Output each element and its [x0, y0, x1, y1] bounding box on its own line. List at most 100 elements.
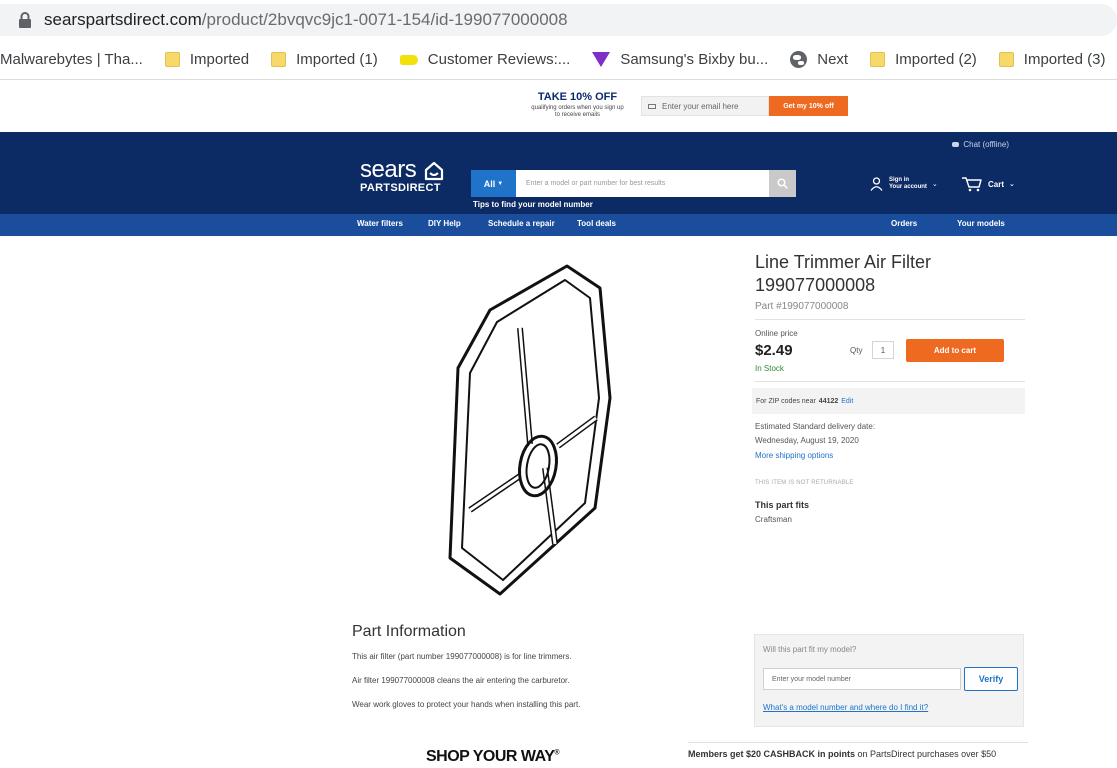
shop-your-way-logo: SHOP YOUR WAY® — [426, 748, 560, 765]
fits-label: This part fits — [755, 500, 810, 510]
site-header: Chat (offline) sears PARTSDIRECT All ▼ E… — [0, 132, 1117, 214]
search-button[interactable] — [769, 170, 796, 197]
model-number-input[interactable]: Enter your model number — [763, 668, 961, 690]
product-title-line1: Line Trimmer Air Filter — [755, 252, 932, 272]
fits-brand: Craftsman — [755, 515, 792, 524]
search-category-label: All — [483, 178, 496, 189]
globe-icon — [790, 51, 808, 68]
folder-icon — [164, 52, 180, 67]
bookmark-malwarebytes[interactable]: Malwarebytes | Tha... — [0, 51, 143, 68]
fit-question: Will this part fit my model? — [763, 645, 857, 654]
bookmark-label: Malwarebytes | Tha... — [0, 51, 143, 68]
tag-icon — [399, 54, 418, 65]
chevron-down-icon: ⌄ — [1009, 181, 1015, 188]
bookmark-label: Next — [817, 51, 849, 68]
zip-edit-link[interactable]: Edit — [841, 398, 853, 405]
bookmark-label: Imported (1) — [296, 51, 378, 68]
zip-prefix: For ZIP codes near — [756, 397, 816, 405]
zip-code: 44122 — [818, 397, 839, 405]
bookmark-imported-2[interactable]: Imported (2) — [870, 51, 977, 68]
promo-banner: TAKE 10% OFF qualifying orders when you … — [0, 80, 1117, 132]
more-shipping-link[interactable]: More shipping options — [755, 451, 833, 460]
nav-tool-deals[interactable]: Tool deals — [577, 219, 616, 228]
url-path: /product/2bvqvc9jc1-0071-154/id-19907700… — [201, 10, 568, 29]
product-title: Line Trimmer Air Filter 199077000008 — [755, 251, 1025, 297]
triangle-icon — [592, 52, 611, 67]
add-to-cart-button[interactable]: Add to cart — [906, 339, 1004, 362]
bookmark-customer-reviews[interactable]: Customer Reviews:... — [399, 51, 570, 68]
bookmarks-bar: Malwarebytes | Tha... Imported Imported … — [0, 40, 1117, 80]
shop-your-way-label: SHOP YOUR WAY — [426, 748, 555, 765]
sign-in-label: Sign in — [889, 177, 909, 183]
folder-icon — [870, 52, 886, 67]
promo-title: TAKE 10% OFF — [537, 91, 618, 103]
logo-wordmark[interactable]: sears — [360, 156, 417, 184]
envelope-icon — [648, 103, 656, 109]
promo-signup-button[interactable]: Get my 10% off — [769, 96, 848, 116]
bookmark-imported-3[interactable]: Imported (3) — [998, 51, 1106, 68]
nav-your-models[interactable]: Your models — [957, 219, 1005, 228]
promo-email-placeholder: Enter your email here — [662, 101, 739, 111]
product-image[interactable] — [430, 248, 630, 608]
chevron-down-icon: ▼ — [497, 180, 504, 187]
nav-water-filters[interactable]: Water filters — [357, 219, 403, 228]
part-info-title: Part Information — [352, 623, 466, 640]
promo-subtitle: qualifying orders when you sign up to re… — [531, 105, 624, 118]
bookmark-samsung-bixby[interactable]: Samsung's Bixby bu... — [592, 51, 768, 68]
quantity-input[interactable]: 1 — [872, 341, 894, 359]
browser-url-bar: searspartsdirect.com/product/2bvqvc9jc1-… — [0, 0, 1117, 40]
nav-schedule-repair[interactable]: Schedule a repair — [488, 219, 555, 228]
bookmark-label: Imported (3) — [1023, 51, 1106, 68]
model-number-tips-link[interactable]: Tips to find your model number — [473, 200, 593, 209]
nav-diy-help[interactable]: DIY Help — [428, 219, 461, 228]
bookmark-label: Imported — [189, 51, 250, 68]
url-host: searspartsdirect.com — [44, 10, 202, 29]
cart-icon — [962, 177, 982, 192]
main-nav: Water filters DIY Help Schedule a repair… — [0, 214, 1117, 236]
part-info-line: This air filter (part number 19907700000… — [352, 652, 572, 661]
product-title-line2: 199077000008 — [755, 275, 876, 295]
logo-subtitle: PARTSDIRECT — [360, 182, 441, 194]
model-fit-check: Will this part fit my model? Enter your … — [754, 634, 1024, 727]
chat-link[interactable]: Chat (offline) — [952, 140, 1009, 149]
account-menu[interactable]: Sign in Your account ⌄ — [870, 177, 938, 191]
bookmark-imported[interactable]: Imported — [164, 51, 250, 68]
cart-button[interactable]: Cart ⌄ — [961, 176, 1015, 192]
bookmark-label: Samsung's Bixby bu... — [620, 51, 769, 68]
nav-orders[interactable]: Orders — [891, 219, 917, 228]
chat-icon — [952, 142, 960, 147]
user-icon — [870, 177, 883, 191]
part-info-line: Wear work gloves to protect your hands w… — [352, 700, 581, 709]
account-label: Your account — [889, 184, 927, 190]
address-field[interactable]: searspartsdirect.com/product/2bvqvc9jc1-… — [0, 4, 1117, 36]
promo-email-input[interactable]: Enter your email here — [641, 96, 769, 116]
divider — [755, 319, 1025, 320]
search-icon — [777, 178, 788, 189]
model-number-placeholder: Enter your model number — [772, 675, 851, 683]
delivery-label: Estimated Standard delivery date: — [755, 422, 876, 431]
not-returnable-notice: THIS ITEM IS NOT RETURNABLE — [755, 480, 854, 486]
members-rest: on PartsDirect purchases over $50 — [855, 749, 997, 759]
online-price-label: Online price — [755, 329, 798, 338]
part-number: Part #199077000008 — [755, 301, 849, 312]
qty-label: Qty — [850, 346, 863, 355]
search-input[interactable]: Enter a model or part number for best re… — [516, 170, 769, 197]
search-category-select[interactable]: All ▼ — [471, 170, 516, 197]
search-placeholder: Enter a model or part number for best re… — [526, 180, 666, 187]
zip-code-bar: For ZIP codes near 44122 Edit — [752, 388, 1025, 414]
verify-button[interactable]: Verify — [964, 667, 1018, 691]
house-icon — [424, 161, 444, 181]
chevron-down-icon: ⌄ — [931, 181, 938, 188]
stock-status: In Stock — [755, 364, 784, 373]
price: $2.49 — [755, 342, 793, 359]
part-info-line: Air filter 199077000008 cleans the air e… — [352, 676, 570, 685]
lock-icon — [19, 12, 31, 28]
bookmark-imported-1[interactable]: Imported (1) — [271, 51, 378, 68]
chat-label: Chat (offline) — [963, 140, 1009, 149]
bookmark-next[interactable]: Next — [790, 51, 848, 68]
folder-icon — [271, 52, 287, 67]
cart-label: Cart — [988, 179, 1005, 189]
divider — [755, 381, 1025, 382]
model-number-help-link[interactable]: What's a model number and where do I fin… — [763, 703, 928, 712]
members-bold: Members get $20 CASHBACK in points — [688, 749, 856, 759]
